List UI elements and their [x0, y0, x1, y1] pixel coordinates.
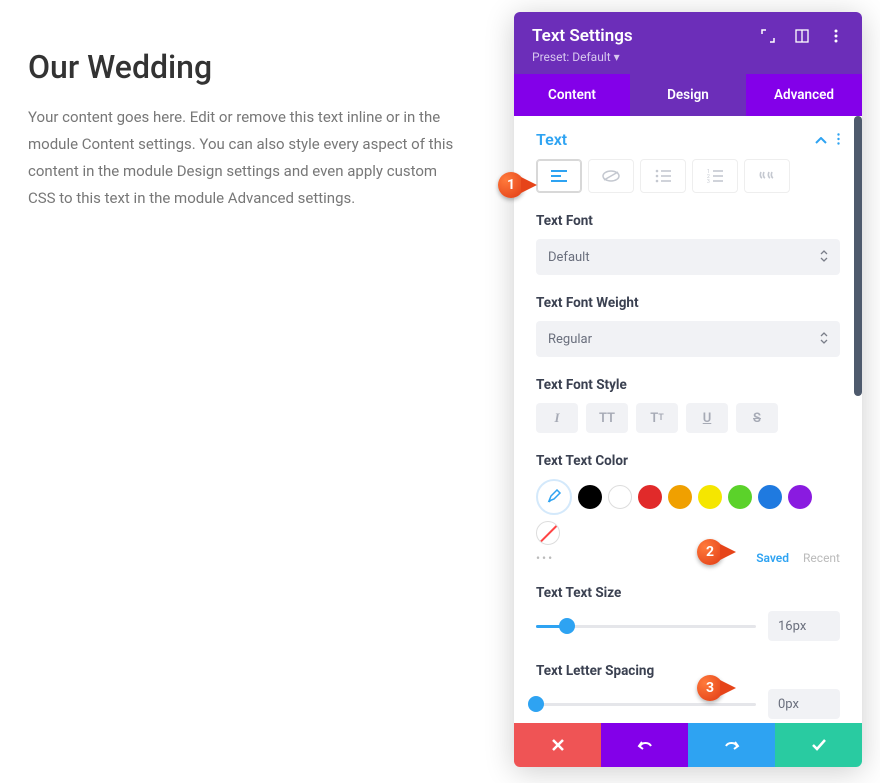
color-swatch-none[interactable]: [536, 521, 560, 545]
color-label: Text Text Color: [536, 453, 840, 469]
expand-icon[interactable]: [760, 28, 776, 44]
underline-button[interactable]: U: [686, 403, 728, 433]
collapse-icon[interactable]: [815, 130, 827, 149]
color-swatch-white[interactable]: [608, 485, 632, 509]
color-swatch-yellow[interactable]: [698, 485, 722, 509]
preset-dropdown[interactable]: Preset: Default ▾: [532, 50, 844, 64]
settings-panel: Text Settings Preset: Default ▾ Content …: [514, 12, 862, 767]
color-meta: ••• Saved Recent: [536, 551, 840, 565]
panel-body[interactable]: Text: [514, 116, 862, 723]
quote-icon[interactable]: [744, 159, 790, 193]
color-recent-tab[interactable]: Recent: [803, 551, 840, 565]
panel-header: Text Settings Preset: Default ▾: [514, 12, 862, 74]
link-icon[interactable]: [588, 159, 634, 193]
text-size-input[interactable]: 16px: [768, 611, 840, 641]
ol-icon[interactable]: 123: [692, 159, 738, 193]
spacing-label: Text Letter Spacing: [536, 663, 840, 679]
caret-icon: [820, 250, 828, 265]
tab-advanced[interactable]: Advanced: [746, 74, 862, 116]
style-row: I TT TT U S: [536, 403, 840, 433]
svg-text:3: 3: [707, 179, 710, 183]
tab-design[interactable]: Design: [630, 74, 746, 116]
color-swatch-green[interactable]: [728, 485, 752, 509]
tab-content[interactable]: Content: [514, 74, 630, 116]
scrollbar[interactable]: [854, 116, 862, 396]
ul-icon[interactable]: [640, 159, 686, 193]
eyedropper-button[interactable]: [536, 479, 572, 515]
uppercase-button[interactable]: TT: [586, 403, 628, 433]
font-label: Text Font: [536, 213, 840, 229]
columns-icon[interactable]: [794, 28, 810, 44]
font-value: Default: [548, 250, 590, 265]
weight-select[interactable]: Regular: [536, 321, 840, 357]
smallcaps-button[interactable]: TT: [636, 403, 678, 433]
style-label: Text Font Style: [536, 377, 840, 393]
weight-value: Regular: [548, 332, 592, 347]
undo-button[interactable]: [601, 723, 688, 767]
letter-spacing-slider-row: 0px: [536, 689, 840, 719]
more-icon[interactable]: [828, 28, 844, 44]
page-title: Our Wedding: [28, 48, 458, 86]
color-swatch-purple[interactable]: [788, 485, 812, 509]
color-swatch-black[interactable]: [578, 485, 602, 509]
callout-3: 3: [697, 673, 745, 703]
panel-footer: [514, 723, 862, 767]
strikethrough-button[interactable]: S: [736, 403, 778, 433]
redo-button[interactable]: [688, 723, 775, 767]
group-header-text[interactable]: Text: [514, 116, 862, 159]
page-content: Our Wedding Your content goes here. Edit…: [28, 48, 458, 212]
cancel-button[interactable]: [514, 723, 601, 767]
color-saved-tab[interactable]: Saved: [756, 551, 789, 565]
panel-tabs: Content Design Advanced: [514, 74, 862, 116]
color-swatch-orange[interactable]: [668, 485, 692, 509]
page-body: Your content goes here. Edit or remove t…: [28, 104, 458, 212]
color-swatch-blue[interactable]: [758, 485, 782, 509]
color-more-icon[interactable]: •••: [536, 551, 554, 565]
color-swatch-row: [536, 479, 840, 545]
callout-1: 1: [498, 170, 546, 200]
text-size-slider-row: 16px: [536, 611, 840, 641]
panel-title: Text Settings: [532, 26, 633, 46]
caret-icon: [820, 332, 828, 347]
font-select[interactable]: Default: [536, 239, 840, 275]
save-button[interactable]: [775, 723, 862, 767]
callout-2: 2: [697, 537, 745, 567]
weight-label: Text Font Weight: [536, 295, 840, 311]
text-size-slider[interactable]: [536, 616, 756, 636]
color-swatch-red[interactable]: [638, 485, 662, 509]
group-more-icon[interactable]: [837, 130, 840, 149]
group-content: 123 Text Font Default Text Font Weight R…: [514, 159, 862, 723]
letter-spacing-input[interactable]: 0px: [768, 689, 840, 719]
group-title: Text: [536, 130, 567, 149]
text-element-toolbar: 123: [536, 159, 840, 193]
size-label: Text Text Size: [536, 585, 840, 601]
italic-button[interactable]: I: [536, 403, 578, 433]
